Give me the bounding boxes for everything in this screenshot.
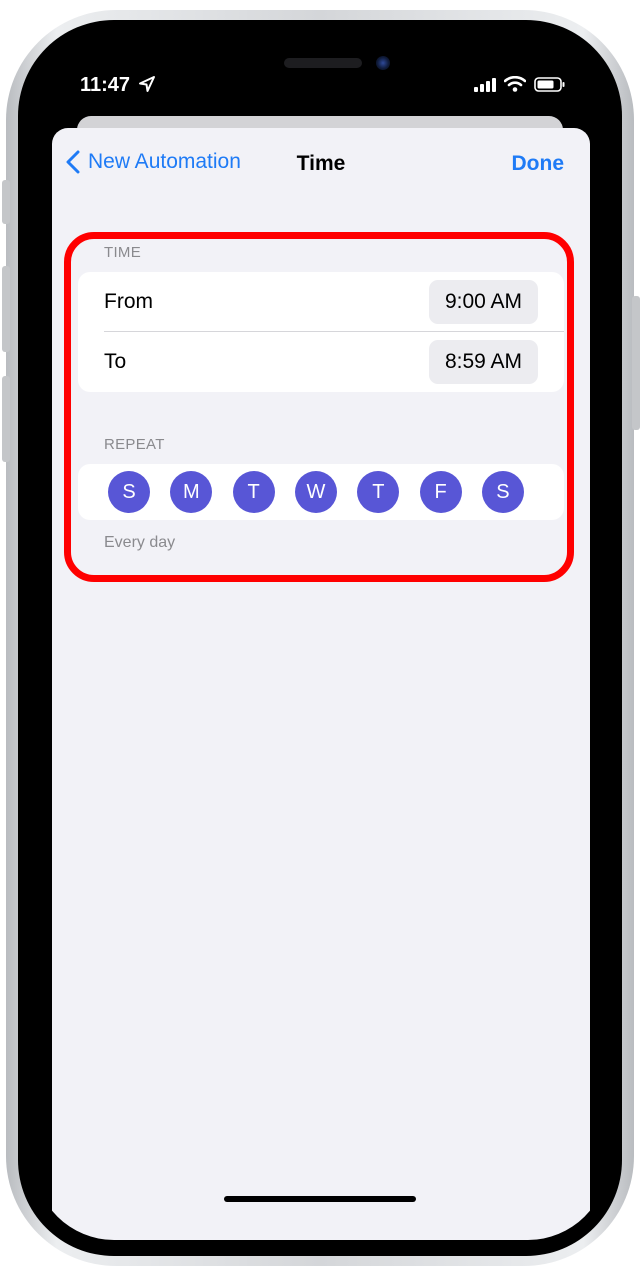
highlight-annotation [64,232,574,582]
side-button-power [632,296,640,430]
page-title: Time [296,152,346,175]
home-indicator[interactable] [224,1196,416,1202]
wifi-icon [504,76,526,92]
cellular-signal-icon [474,78,496,92]
side-button-volume-up [2,266,10,352]
battery-icon [534,77,565,92]
done-button[interactable]: Done [512,152,565,176]
status-time: 11:47 [80,74,131,96]
notch [172,36,470,78]
side-button-mute [2,180,10,224]
side-button-volume-down [2,376,10,462]
screen: 11:47 New Automation Time Done TIME From… [34,36,608,1240]
location-arrow-icon [139,76,155,92]
earpiece-speaker [284,58,362,68]
front-camera [376,56,390,70]
